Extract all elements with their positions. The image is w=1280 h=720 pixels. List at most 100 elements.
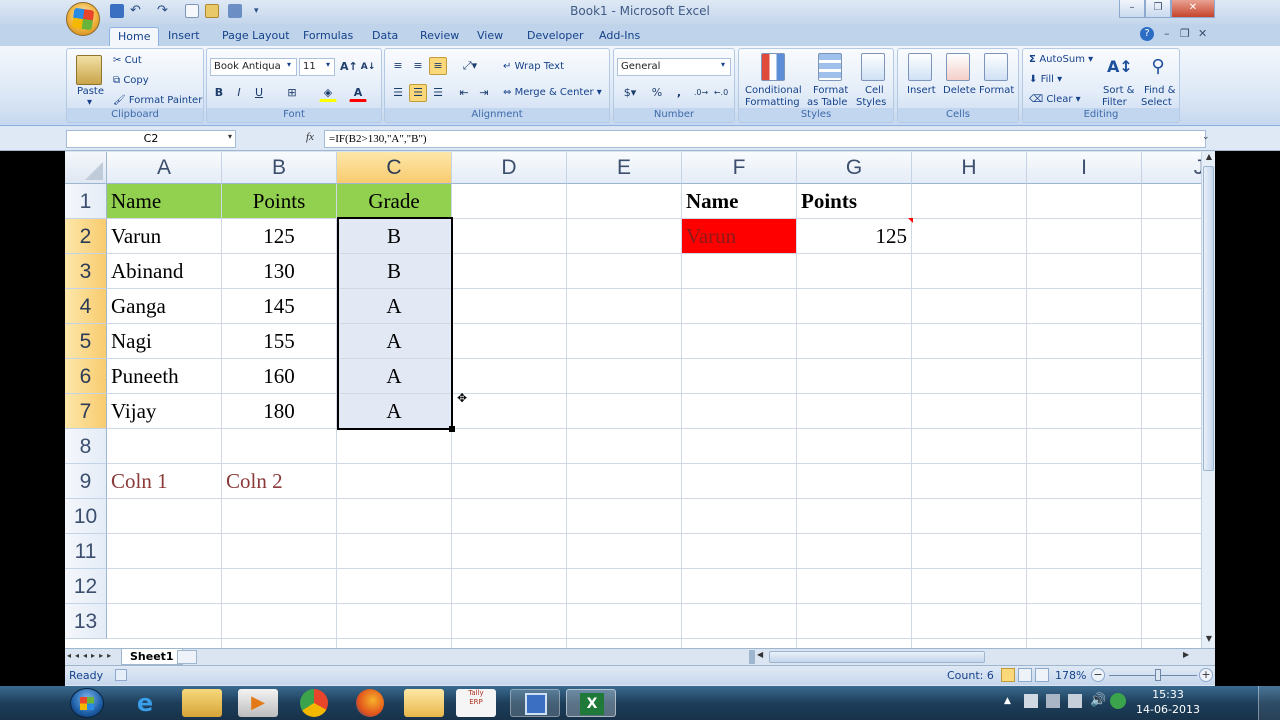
cell-styles-icon[interactable] [861, 53, 885, 81]
row-header-11[interactable]: 11 [65, 534, 107, 569]
insert-cells-button[interactable]: Insert [907, 85, 936, 96]
column-header-f[interactable]: F [682, 152, 797, 184]
delete-cells-button[interactable]: Delete [943, 85, 976, 96]
cell-b3[interactable]: 130 [222, 254, 337, 289]
cell-a5[interactable]: Nagi [107, 324, 222, 359]
zoom-in-icon[interactable]: + [1199, 668, 1213, 682]
align-middle-icon[interactable]: ≡ [409, 57, 427, 75]
office-button[interactable] [66, 2, 100, 36]
fill-handle[interactable] [449, 426, 455, 432]
taskbar-app-excel[interactable]: X [566, 689, 616, 717]
close-button[interactable]: ✕ [1171, 0, 1215, 18]
cell-b4[interactable]: 145 [222, 289, 337, 324]
cell-a3[interactable]: Abinand [107, 254, 222, 289]
column-header-g[interactable]: G [797, 152, 912, 184]
cell-c2[interactable]: B [337, 219, 452, 254]
cell-c3[interactable]: B [337, 254, 452, 289]
align-right-icon[interactable]: ☰ [429, 84, 447, 102]
restore-button[interactable]: ❐ [1145, 0, 1171, 18]
format-cells-button[interactable]: Format [979, 85, 1014, 96]
bold-button[interactable]: B [210, 84, 228, 102]
insert-sheet-icon[interactable] [177, 650, 197, 664]
cell-g1[interactable]: Points [797, 184, 912, 219]
vertical-scrollbar[interactable]: ▲ ▼ [1201, 152, 1215, 648]
cell-b1[interactable]: Points [222, 184, 337, 219]
row-header-9[interactable]: 9 [65, 464, 107, 499]
align-left-icon[interactable]: ☰ [389, 84, 407, 102]
chrome-icon[interactable] [300, 689, 328, 717]
zoom-slider-track[interactable] [1109, 675, 1197, 676]
scroll-up-icon[interactable]: ▲ [1203, 152, 1215, 164]
italic-button[interactable]: I [230, 84, 248, 102]
currency-icon[interactable]: $▾ [617, 84, 643, 102]
clock-time[interactable]: 15:33 [1138, 688, 1198, 701]
cell-g2[interactable]: 125 [797, 219, 912, 254]
cell-b2[interactable]: 125 [222, 219, 337, 254]
tab-split-handle[interactable] [749, 650, 755, 664]
page-break-view-icon[interactable] [1035, 668, 1049, 682]
cut-button[interactable]: ✂ Cut [113, 55, 142, 66]
zoom-slider-thumb[interactable] [1155, 669, 1161, 681]
cell-c1[interactable]: Grade [337, 184, 452, 219]
conditional-formatting-icon[interactable] [761, 53, 785, 81]
decrease-decimal-icon[interactable]: ←.0 [712, 84, 730, 102]
zoom-level[interactable]: 178% [1055, 669, 1086, 682]
row-header-2[interactable]: 2 [65, 219, 107, 254]
font-color-icon[interactable]: A [349, 84, 367, 102]
cell-b6[interactable]: 160 [222, 359, 337, 394]
sheet-nav-icons[interactable]: ◂◂◂▸▸▸ [67, 651, 115, 660]
tab-home[interactable]: Home [109, 27, 160, 46]
cell-a7[interactable]: Vijay [107, 394, 222, 429]
tray-flag-icon[interactable] [1024, 694, 1038, 708]
fill-color-icon[interactable]: ◈ [319, 84, 337, 102]
column-header-a[interactable]: A [107, 152, 222, 184]
sort-filter-button[interactable]: Sort & [1103, 85, 1134, 96]
tab-insert[interactable]: Insert [160, 27, 208, 46]
cell-a2[interactable]: Varun [107, 219, 222, 254]
workbook-close-icon[interactable]: ✕ [1198, 27, 1212, 41]
column-header-h[interactable]: H [912, 152, 1027, 184]
increase-decimal-icon[interactable]: .0→ [692, 84, 710, 102]
cell-b7[interactable]: 180 [222, 394, 337, 429]
percent-button[interactable]: % [648, 84, 666, 102]
row-header-8[interactable]: 8 [65, 429, 107, 464]
clear-button[interactable]: ⌫ Clear ▾ [1029, 94, 1081, 105]
column-header-e[interactable]: E [567, 152, 682, 184]
tray-expand-icon[interactable]: ▲ [1004, 696, 1011, 706]
help-icon[interactable]: ? [1140, 27, 1154, 41]
vertical-scroll-thumb[interactable] [1203, 166, 1214, 471]
row-header-6[interactable]: 6 [65, 359, 107, 394]
align-bottom-icon[interactable]: ≡ [429, 57, 447, 75]
tray-volume-icon[interactable]: 🔊 [1090, 693, 1106, 708]
number-format-combo[interactable]: General [617, 58, 731, 76]
zoom-out-icon[interactable]: − [1091, 668, 1105, 682]
insert-cells-icon[interactable] [908, 53, 932, 81]
column-header-d[interactable]: D [452, 152, 567, 184]
cell-c4[interactable]: A [337, 289, 452, 324]
underline-button[interactable]: U [250, 84, 268, 102]
cell-styles-button[interactable]: Cell [865, 85, 884, 96]
tab-add-ins[interactable]: Add-Ins [591, 27, 648, 46]
format-as-table-icon[interactable] [818, 53, 842, 81]
row-header-1[interactable]: 1 [65, 184, 107, 219]
show-desktop-button[interactable] [1258, 686, 1280, 720]
format-as-table-button[interactable]: Format [813, 85, 848, 96]
font-name-dropdown-icon[interactable]: ▾ [287, 60, 291, 69]
merge-center-button[interactable]: ⇔ Merge & Center ▾ [503, 87, 602, 98]
grow-font-icon[interactable]: A↑ [339, 58, 358, 76]
mail-icon[interactable] [404, 689, 444, 717]
macro-record-icon[interactable] [115, 669, 127, 681]
wrap-text-button[interactable]: ↵ Wrap Text [503, 61, 564, 72]
format-painter-button[interactable]: 🖌 Format Painter [113, 95, 202, 106]
tab-data[interactable]: Data [364, 27, 406, 46]
fill-button[interactable]: ⬇ Fill ▾ [1029, 74, 1062, 85]
expand-formula-icon[interactable]: ⌄ [1202, 132, 1210, 142]
decrease-indent-icon[interactable]: ⇤ [455, 84, 473, 102]
tray-app-icon[interactable] [1110, 693, 1126, 709]
formula-input[interactable]: =IF(B2>130,"A","B") [324, 130, 1206, 148]
borders-icon[interactable]: ⊞ [283, 84, 301, 102]
cell-b5[interactable]: 155 [222, 324, 337, 359]
shrink-font-icon[interactable]: A↓ [359, 58, 377, 76]
cell-c7[interactable]: A [337, 394, 452, 429]
page-layout-view-icon[interactable] [1018, 668, 1032, 682]
